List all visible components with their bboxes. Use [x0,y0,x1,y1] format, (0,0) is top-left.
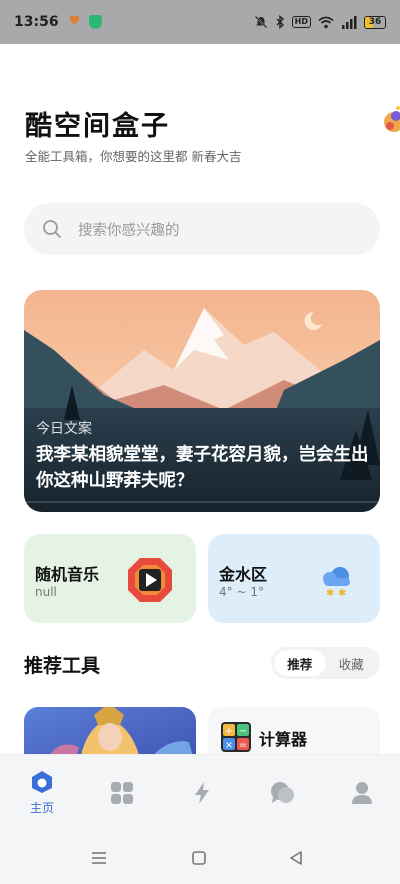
weather-card[interactable]: 金水区 4° ~ 1° ✱ ✱ [208,534,380,623]
svg-text:=: = [239,740,247,751]
app-title: 酷空间盒子 [25,111,170,142]
heart-icon: ♥ [68,14,81,29]
music-card-title: 随机音乐 [35,565,100,584]
hd-badge: HD [291,16,311,28]
tab-recommended[interactable]: 推荐 [274,650,326,676]
home-icon [32,771,52,793]
system-nav-bar [0,830,400,884]
tools-tab-switch: 推荐 收藏 [271,647,380,679]
random-music-card[interactable]: 随机音乐 null [24,534,196,623]
svg-text:−: − [239,726,247,737]
grid-icon [111,782,133,804]
banner-label: 今日文案 [36,421,92,437]
nav-home[interactable]: 主页 [22,769,62,816]
music-player-icon [128,558,172,602]
user-icon [352,782,372,804]
nav-lightning[interactable] [182,781,222,805]
weather-location: 金水区 [219,565,268,584]
bluetooth-icon [276,15,284,29]
nav-home-label: 主页 [29,801,54,815]
calculator-label: 计算器 [259,730,308,749]
status-time: 13:56 [14,14,59,30]
banner-quote: 我李某相貌堂堂，妻子花容月貌，岂会生出你这种山野莽夫呢？ [36,445,369,491]
weather-temperature: 4° ~ 1° [219,585,264,599]
battery-level: 36 [368,16,382,27]
search-placeholder: 搜索你感兴趣的 [78,222,180,239]
back-icon[interactable] [289,851,303,865]
app-subtitle: 全能工具箱，你想要的这里都 新春大吉 [25,149,242,164]
shield-icon [88,15,102,29]
nav-profile[interactable] [342,781,382,805]
daily-quote-banner[interactable]: 今日文案 我李某相貌堂堂，妻子花容月貌，岂会生出你这种山野莽夫呢？ [24,290,380,512]
decorative-sticker-icon[interactable] [376,104,400,138]
tab-favorites[interactable]: 收藏 [326,650,378,676]
search-icon [43,220,61,238]
mute-icon [254,15,267,29]
nav-tools[interactable] [102,781,142,805]
search-input[interactable]: 搜索你感兴趣的 [24,203,380,255]
bottom-nav: 主页 [0,754,400,830]
section-title-tools: 推荐工具 [24,655,101,677]
home-square-icon[interactable] [192,851,206,865]
menu-icon[interactable] [91,852,107,864]
chat-icon [271,782,294,803]
music-card-subtitle: null [35,585,57,599]
signal-icon [342,15,357,29]
status-bar: 13:56 ♥ HD 36 [0,0,400,44]
battery-icon: 36 [364,15,386,29]
lightning-icon [195,782,209,804]
svg-text:×: × [225,740,233,751]
svg-text:✱: ✱ [326,588,334,598]
calculator-icon: + − × = [221,722,251,752]
snow-cloud-icon: ✱ ✱ [323,567,350,598]
svg-text:✱: ✱ [338,588,346,598]
svg-text:+: + [225,726,233,737]
nav-messages[interactable] [262,781,302,805]
wifi-icon [318,16,334,28]
